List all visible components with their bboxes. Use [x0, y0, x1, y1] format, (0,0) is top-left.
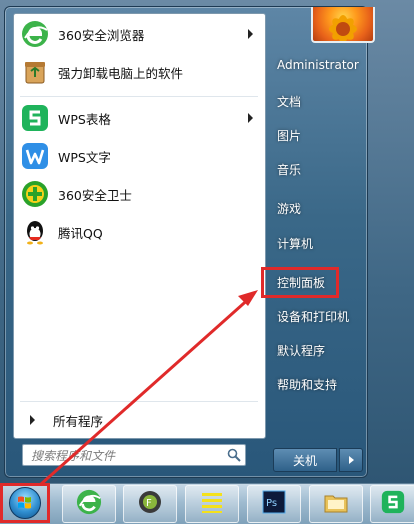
program-uninstall[interactable]: 强力卸载电脑上的软件	[16, 54, 261, 90]
taskbar-360-browser[interactable]	[62, 485, 116, 523]
right-item-help-support[interactable]: 帮助和支持	[273, 371, 365, 397]
right-item-label: 音乐	[277, 162, 302, 177]
wps-spreadsheet-icon	[20, 103, 50, 133]
all-programs-button[interactable]: 所有程序	[16, 407, 261, 433]
right-item-documents[interactable]: 文档	[273, 88, 365, 114]
photoshop-icon: Ps	[262, 490, 286, 518]
right-item-label: 帮助和支持	[277, 377, 338, 392]
right-item-label: 图片	[277, 128, 302, 143]
submenu-arrow-icon	[248, 29, 253, 39]
right-item-default-programs[interactable]: 默认程序	[273, 337, 365, 363]
taskbar-wps-spreadsheet[interactable]	[370, 485, 414, 523]
start-button[interactable]	[0, 483, 50, 523]
program-label: 强力卸载电脑上的软件	[58, 65, 184, 81]
right-item-music[interactable]: 音乐	[273, 156, 365, 182]
right-item-label: 设备和打印机	[277, 309, 350, 324]
submenu-arrow-icon	[248, 113, 253, 123]
program-label: 360安全卫士	[58, 187, 132, 203]
taskbar-notepad[interactable]	[185, 485, 239, 523]
right-item-label: 默认程序	[277, 343, 326, 358]
search-icon	[227, 448, 241, 465]
taskbar-folder[interactable]	[309, 485, 363, 523]
taskbar-file-manager[interactable]: F	[123, 485, 177, 523]
separator	[20, 96, 258, 97]
program-label: WPS文字	[58, 149, 111, 165]
programs-pane: 360安全浏览器 强力卸载电脑上的软件 WPS表格 WPS文字 360安全卫士 …	[13, 13, 266, 439]
360-security-icon	[20, 179, 50, 209]
windows-logo-icon	[9, 487, 41, 519]
right-item-devices-printers[interactable]: 设备和打印机	[273, 303, 365, 329]
search-input[interactable]: 搜索程序和文件	[22, 444, 246, 466]
control-panel-highlight	[261, 267, 339, 298]
right-item-label: Administrator	[277, 58, 359, 72]
right-item-label: 游戏	[277, 201, 302, 216]
360-browser-icon	[76, 489, 102, 519]
program-360-security[interactable]: 360安全卫士	[16, 176, 261, 212]
file-manager-icon: F	[137, 489, 163, 519]
right-item-pictures[interactable]: 图片	[273, 122, 365, 148]
separator	[20, 401, 258, 402]
right-item-games[interactable]: 游戏	[273, 195, 365, 221]
program-qq[interactable]: 腾讯QQ	[16, 214, 261, 250]
shutdown-button[interactable]: 关机	[273, 448, 337, 472]
svg-text:F: F	[146, 498, 152, 509]
program-360-browser[interactable]: 360安全浏览器	[16, 16, 261, 52]
wps-spreadsheet-icon	[381, 490, 405, 518]
chevron-right-icon	[348, 456, 354, 464]
user-picture[interactable]	[311, 7, 375, 43]
right-item-label: 文档	[277, 94, 302, 109]
program-label: 腾讯QQ	[58, 225, 103, 241]
qq-icon	[20, 217, 50, 247]
program-label: 360安全浏览器	[58, 27, 145, 43]
program-label: WPS表格	[58, 111, 111, 127]
all-programs-label: 所有程序	[53, 413, 104, 429]
shutdown-options-button[interactable]	[339, 448, 363, 472]
svg-text:Ps: Ps	[266, 498, 277, 509]
right-item-administrator[interactable]: Administrator	[273, 52, 365, 78]
taskbar-photoshop[interactable]: Ps	[247, 485, 301, 523]
search-placeholder: 搜索程序和文件	[31, 448, 116, 463]
right-item-label: 计算机	[277, 236, 314, 251]
program-wps-spreadsheet[interactable]: WPS表格	[16, 100, 261, 136]
uninstall-icon	[20, 57, 50, 87]
program-wps-writer[interactable]: WPS文字	[16, 138, 261, 174]
start-menu: 360安全浏览器 强力卸载电脑上的软件 WPS表格 WPS文字 360安全卫士 …	[4, 6, 375, 478]
wps-writer-icon	[20, 141, 50, 171]
360-browser-icon	[20, 19, 50, 49]
shutdown-label: 关机	[292, 453, 317, 468]
notepad-icon	[199, 489, 225, 519]
all-programs-arrow-icon	[30, 415, 35, 425]
folder-icon	[323, 489, 349, 519]
right-item-computer[interactable]: 计算机	[273, 230, 365, 256]
